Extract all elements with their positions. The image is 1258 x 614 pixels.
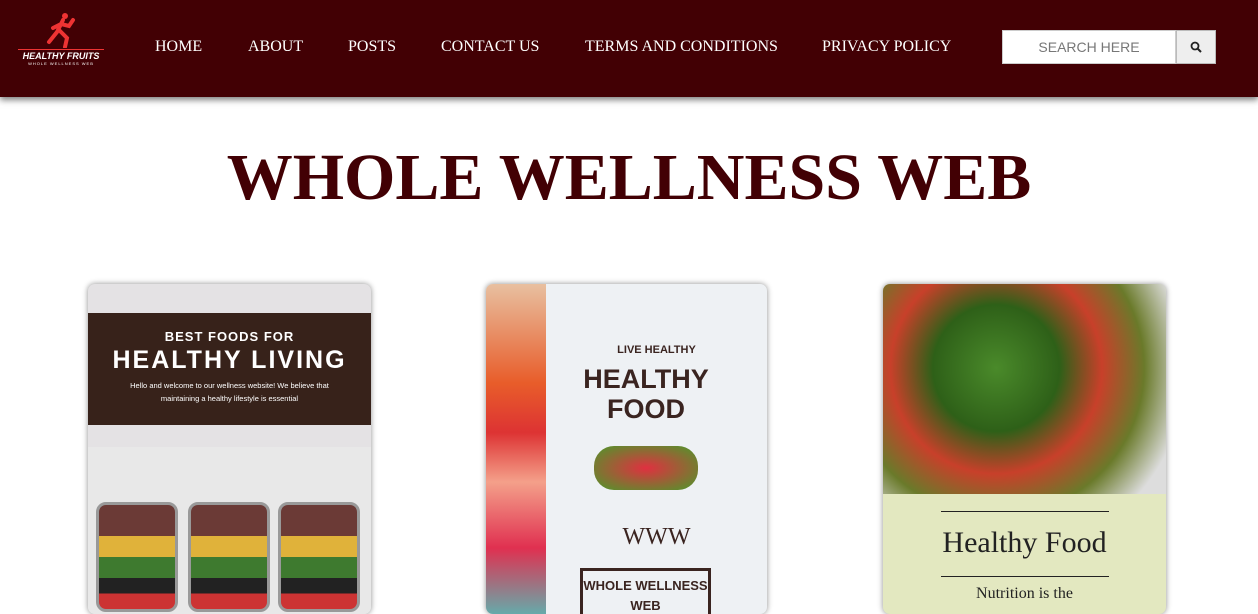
search-icon xyxy=(1190,41,1202,53)
search-input[interactable]: SEARCH HERE xyxy=(1002,30,1176,64)
card3-text: Nutrition is the xyxy=(976,585,1073,602)
card3-title: Healthy Food xyxy=(942,526,1107,559)
post-card-1[interactable]: BEST FOODS FOR HEALTHY LIVING Hello and … xyxy=(88,284,371,614)
page-title: WHOLE WELLNESS WEB xyxy=(226,141,1032,214)
card1-kicker: BEST FOODS FOR xyxy=(164,329,295,344)
runner-icon xyxy=(47,13,75,48)
fruit-decoration-image xyxy=(486,284,546,614)
logo-title: HEALTHY FRUITS xyxy=(18,49,104,61)
meal-prep-image xyxy=(88,447,371,614)
nav-home[interactable]: HOME xyxy=(155,38,202,56)
card1-title: HEALTHY LIVING xyxy=(112,346,347,374)
logo-subtitle: WHOLE WELLNESS WEB xyxy=(28,61,94,66)
card2-kicker: LIVE HEALTHY xyxy=(617,344,696,356)
post-card-3[interactable]: Healthy Food Nutrition is the xyxy=(883,284,1166,614)
card1-text: Hello and welcome to our wellness websit… xyxy=(130,381,329,403)
nav-terms[interactable]: TERMS AND CONDITIONS xyxy=(585,38,778,56)
nav-about[interactable]: ABOUT xyxy=(248,38,303,56)
nav-contact-us[interactable]: CONTACT US xyxy=(441,38,539,56)
vegetables-icon xyxy=(594,446,698,490)
card2-title: HEALTHY FOOD xyxy=(583,364,709,424)
top-navbar: HEALTHY FRUITS WHOLE WELLNESS WEB HOME A… xyxy=(0,0,1258,97)
logo[interactable]: HEALTHY FRUITS WHOLE WELLNESS WEB xyxy=(18,12,104,74)
divider xyxy=(940,576,1109,577)
nav-privacy[interactable]: PRIVACY POLICY xyxy=(822,38,951,56)
card2-www: WWW xyxy=(622,524,691,550)
card2-box: WHOLE WELLNESS WEB xyxy=(580,568,711,614)
search-button[interactable] xyxy=(1176,30,1216,64)
divider xyxy=(940,511,1109,512)
nav-posts[interactable]: POSTS xyxy=(348,38,396,56)
salad-image xyxy=(883,284,1166,494)
post-card-2[interactable]: LIVE HEALTHY HEALTHY FOOD WWW WHOLE WELL… xyxy=(486,284,767,614)
